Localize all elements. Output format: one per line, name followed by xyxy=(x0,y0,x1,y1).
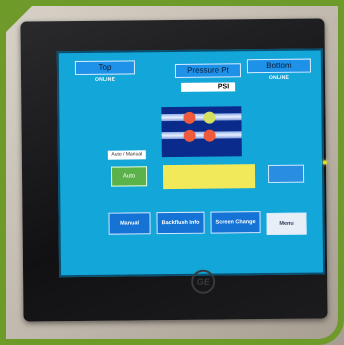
top-left-valve-indicator xyxy=(183,111,196,124)
top-status: ONLINE xyxy=(94,76,116,83)
pressure-point-value: PSI xyxy=(181,82,236,92)
hmi-screen: Top ONLINE Pressure Pt PSI Bottom ONLINE… xyxy=(56,48,326,278)
bottom-right-valve-indicator xyxy=(203,129,216,142)
top-right-valve-indicator xyxy=(203,111,216,124)
ge-logo-icon: GE xyxy=(191,269,216,294)
top-button[interactable]: Top xyxy=(74,60,135,76)
backflush-info-button[interactable]: Backflush Info xyxy=(156,211,205,235)
auto-manual-label: Auto / Manual xyxy=(107,150,146,160)
hmi-bezel: Top ONLINE Pressure Pt PSI Bottom ONLINE… xyxy=(20,18,328,322)
upper-pipe xyxy=(161,113,242,122)
bottom-status: ONLINE xyxy=(268,74,290,82)
auto-button[interactable]: Auto xyxy=(110,166,148,187)
bottom-left-valve-indicator xyxy=(183,129,196,142)
lower-pipe xyxy=(161,131,242,140)
side-button[interactable] xyxy=(267,164,305,184)
message-box xyxy=(162,164,256,190)
menu-button[interactable]: Menu xyxy=(266,212,307,236)
manual-button[interactable]: Manual xyxy=(108,212,151,235)
screen-change-button[interactable]: Screen Change xyxy=(210,211,261,234)
power-led-icon xyxy=(322,160,327,165)
bottom-button[interactable]: Bottom xyxy=(246,58,311,74)
pressure-point-button[interactable]: Pressure Pt xyxy=(174,63,242,78)
